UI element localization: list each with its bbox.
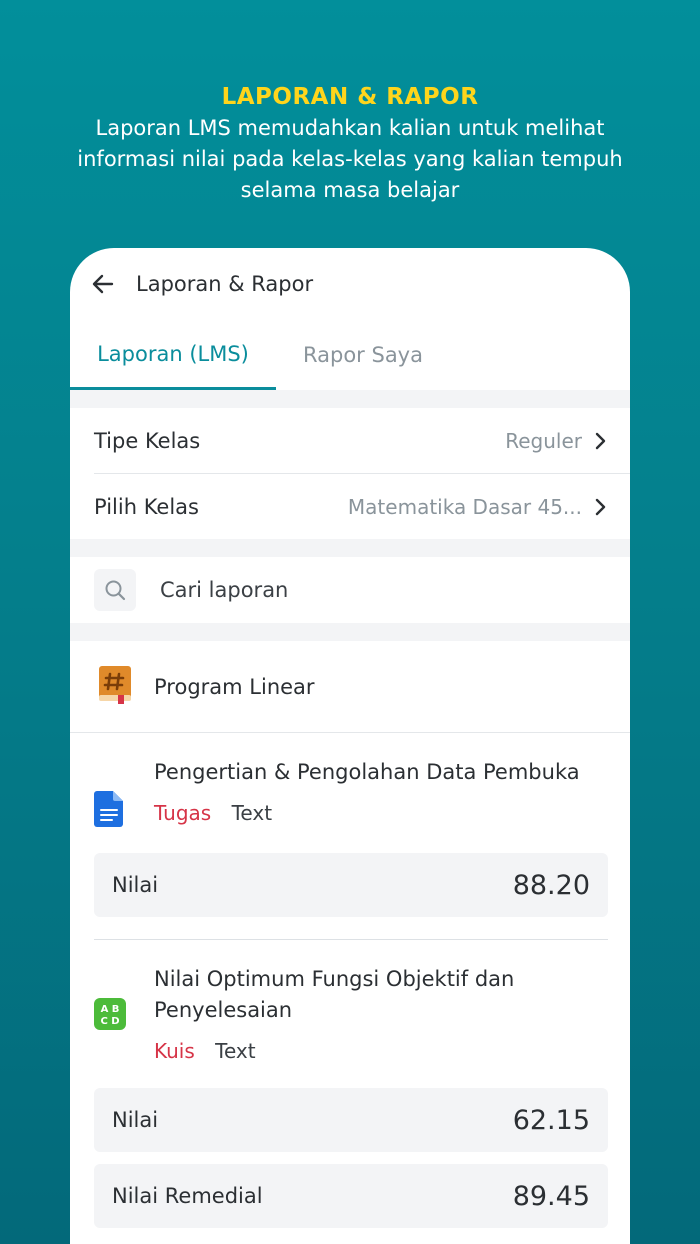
- search-input[interactable]: [160, 578, 560, 602]
- section-gap: [70, 390, 630, 408]
- filter-tipe-kelas[interactable]: Tipe Kelas Reguler: [70, 408, 630, 473]
- arrow-left-icon[interactable]: [92, 273, 114, 295]
- score-label: Nilai: [112, 873, 159, 897]
- item-meta: Kuis Text: [154, 1036, 608, 1066]
- page-title: Laporan & Rapor: [136, 272, 314, 296]
- score-value: 62.15: [512, 1104, 590, 1136]
- score-row-remedial: Nilai Remedial 89.45: [94, 1164, 608, 1228]
- tab-rapor-saya[interactable]: Rapor Saya: [276, 320, 450, 390]
- svg-text:A B: A B: [101, 1004, 120, 1015]
- search-bar: [70, 557, 630, 623]
- chevron-right-icon: [594, 432, 608, 450]
- section-gap: [70, 539, 630, 557]
- search-icon[interactable]: [94, 569, 136, 611]
- item-tag: Tugas: [154, 801, 212, 825]
- promo-header: LAPORAN & RAPOR Laporan LMS memudahkan k…: [0, 82, 700, 206]
- filter-label: Pilih Kelas: [94, 494, 199, 519]
- item-type: Text: [215, 1039, 256, 1063]
- topic-title: Program Linear: [154, 674, 315, 699]
- item-type: Text: [231, 801, 273, 825]
- hashtag-book-icon: [98, 665, 132, 709]
- item-tag: Kuis: [154, 1039, 195, 1063]
- filter-value: Matematika Dasar 45...: [347, 494, 582, 519]
- topic-header[interactable]: Program Linear: [70, 641, 630, 733]
- tab-bar: Laporan (LMS) Rapor Saya: [70, 320, 630, 390]
- filter-pilih-kelas[interactable]: Pilih Kelas Matematika Dasar 45...: [70, 474, 630, 539]
- score-row: Nilai 62.15: [94, 1088, 608, 1152]
- svg-text:C D: C D: [100, 1016, 119, 1027]
- chevron-right-icon: [594, 498, 608, 516]
- list-item[interactable]: Pengertian & Pengolahan Data Pembuka Tug…: [70, 733, 630, 940]
- score-value: 89.45: [512, 1180, 590, 1212]
- list-item[interactable]: A B C D Nilai Optimum Fungsi Objektif da…: [70, 940, 630, 1228]
- item-meta: Tugas Text: [154, 798, 580, 828]
- phone-screen: Laporan & Rapor Laporan (LMS) Rapor Saya…: [70, 248, 630, 1244]
- quiz-abcd-icon: A B C D: [94, 964, 132, 1066]
- filter-value: Reguler: [505, 428, 582, 453]
- section-gap: [70, 623, 630, 641]
- score-row: Nilai 88.20: [94, 853, 608, 917]
- item-title: Pengertian & Pengolahan Data Pembuka: [154, 760, 580, 784]
- score-label: Nilai Remedial: [112, 1184, 263, 1208]
- document-icon: [94, 757, 132, 831]
- promo-title: LAPORAN & RAPOR: [221, 84, 479, 110]
- app-bar: Laporan & Rapor: [70, 248, 630, 320]
- filter-label: Tipe Kelas: [94, 428, 201, 453]
- tab-laporan-lms[interactable]: Laporan (LMS): [70, 320, 276, 390]
- score-value: 88.20: [512, 869, 590, 901]
- score-label: Nilai: [112, 1108, 159, 1132]
- item-title: Nilai Optimum Fungsi Objektif dan Penyel…: [154, 967, 515, 1022]
- promo-description: Laporan LMS memudahkan kalian untuk meli…: [77, 116, 623, 202]
